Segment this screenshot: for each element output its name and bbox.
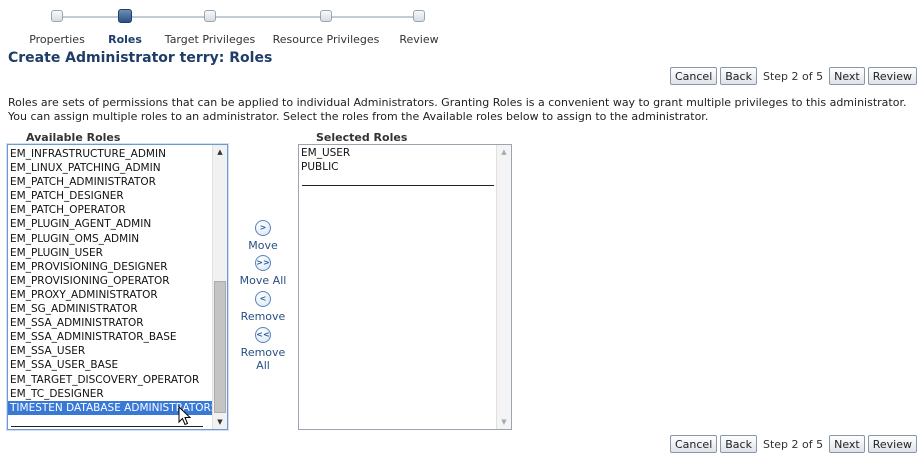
train-label-resource-privileges[interactable]: Resource Privileges <box>273 33 380 46</box>
selected-roles-scrollbar[interactable]: ▲ ▼ <box>496 145 511 429</box>
list-option[interactable]: EM_PATCH_DESIGNER <box>8 189 213 203</box>
step-indicator: Step 2 of 5 <box>762 437 824 451</box>
list-end-line <box>302 185 494 186</box>
move-button[interactable]: > Move <box>233 220 293 252</box>
chevron-left-icon[interactable]: < <box>255 291 271 307</box>
list-option[interactable]: EM_TC_DESIGNER <box>8 387 213 401</box>
scroll-down-arrow-icon[interactable]: ▼ <box>497 415 511 429</box>
selected-roles-header: Selected Roles <box>316 131 408 144</box>
double-chevron-right-icon[interactable]: >> <box>255 255 271 271</box>
list-option[interactable]: EM_SG_ADMINISTRATOR <box>8 302 213 316</box>
move-label[interactable]: Move <box>233 239 293 252</box>
list-option[interactable]: EM_PLUGIN_USER <box>8 246 213 260</box>
list-option[interactable]: EM_LINUX_PATCHING_ADMIN <box>8 161 213 175</box>
train-stop-target-privileges[interactable] <box>204 10 216 22</box>
list-end-line <box>11 426 203 427</box>
list-option[interactable]: EM_PATCH_OPERATOR <box>8 203 213 217</box>
bottom-button-bar: Cancel Back Step 2 of 5 Next Review <box>669 435 917 453</box>
back-button[interactable]: Back <box>720 435 757 453</box>
list-option[interactable]: EM_TARGET_DISCOVERY_OPERATOR <box>8 373 213 387</box>
list-option[interactable]: EM_PATCH_ADMINISTRATOR <box>8 175 213 189</box>
remove-all-button[interactable]: << Remove All <box>233 327 293 372</box>
available-roles-header: Available Roles <box>26 131 121 144</box>
next-button[interactable]: Next <box>829 67 865 85</box>
train-label-target-privileges[interactable]: Target Privileges <box>165 33 255 46</box>
train-stop-roles <box>118 9 132 23</box>
mouse-pointer-icon <box>178 406 192 426</box>
list-option[interactable]: EM_SSA_USER_BASE <box>8 358 213 372</box>
train-label-roles: Roles <box>108 33 142 46</box>
wizard-train: Properties Roles Target Privileges Resou… <box>0 0 470 46</box>
train-label-review[interactable]: Review <box>399 33 438 46</box>
cancel-button[interactable]: Cancel <box>669 435 718 453</box>
list-option[interactable]: EM_SSA_ADMINISTRATOR_BASE <box>8 330 213 344</box>
scroll-up-arrow-icon[interactable]: ▲ <box>213 145 227 159</box>
remove-button[interactable]: < Remove <box>233 291 293 323</box>
double-chevron-left-icon[interactable]: << <box>255 327 271 343</box>
list-option[interactable]: EM_PROXY_ADMINISTRATOR <box>8 288 213 302</box>
step-indicator: Step 2 of 5 <box>762 69 824 83</box>
chevron-right-icon[interactable]: > <box>255 220 271 236</box>
list-option[interactable]: EM_PROVISIONING_DESIGNER <box>8 260 213 274</box>
train-stop-properties[interactable] <box>51 10 63 22</box>
cancel-button[interactable]: Cancel <box>669 67 718 85</box>
train-label-properties[interactable]: Properties <box>29 33 85 46</box>
available-roles-scrollbar[interactable]: ▲ ▼ <box>212 145 227 429</box>
review-button[interactable]: Review <box>867 67 917 85</box>
page-title: Create Administrator terry: Roles <box>8 50 273 66</box>
list-option[interactable]: EM_SSA_ADMINISTRATOR <box>8 316 213 330</box>
remove-all-label[interactable]: Remove All <box>233 346 293 372</box>
move-all-label[interactable]: Move All <box>233 274 293 287</box>
top-button-bar: Cancel Back Step 2 of 5 Next Review <box>669 67 917 85</box>
train-stop-resource-privileges[interactable] <box>320 10 332 22</box>
next-button[interactable]: Next <box>829 435 865 453</box>
scrollbar-thumb[interactable] <box>214 281 226 413</box>
scroll-up-arrow-icon[interactable]: ▲ <box>497 145 511 159</box>
remove-label[interactable]: Remove <box>233 310 293 323</box>
list-option[interactable]: EM_SSA_USER <box>8 344 213 358</box>
list-option[interactable]: EM_USER <box>299 146 497 160</box>
scroll-down-arrow-icon[interactable]: ▼ <box>213 415 227 429</box>
move-all-button[interactable]: >> Move All <box>233 255 293 287</box>
train-stop-review[interactable] <box>413 10 425 22</box>
selected-roles-list[interactable]: EM_USER PUBLIC ▲ ▼ <box>298 144 512 430</box>
train-connector <box>62 16 419 18</box>
instructions-text: Roles are sets of permissions that can b… <box>8 96 907 123</box>
list-option[interactable]: EM_INFRASTRUCTURE_ADMIN <box>8 147 213 161</box>
list-option[interactable]: EM_PLUGIN_OMS_ADMIN <box>8 232 213 246</box>
available-roles-list[interactable]: EM_INFRASTRUCTURE_ADMIN EM_LINUX_PATCHING… <box>7 144 228 430</box>
list-option[interactable]: EM_PROVISIONING_OPERATOR <box>8 274 213 288</box>
back-button[interactable]: Back <box>720 67 757 85</box>
list-option[interactable]: PUBLIC <box>299 160 497 174</box>
review-button[interactable]: Review <box>867 435 917 453</box>
list-option[interactable]: EM_PLUGIN_AGENT_ADMIN <box>8 217 213 231</box>
